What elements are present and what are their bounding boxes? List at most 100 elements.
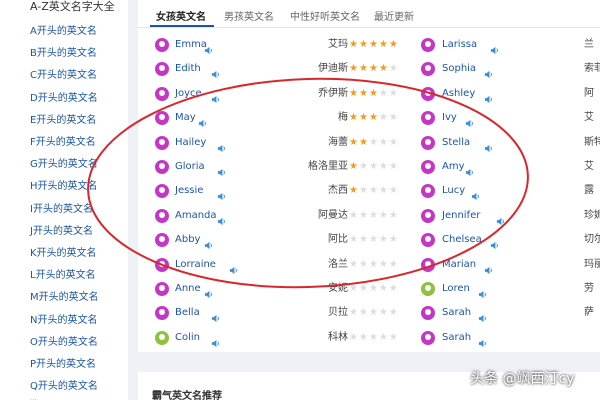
speaker-icon[interactable] <box>478 284 486 299</box>
tab-girl-names[interactable]: 女孩英文名 <box>156 8 206 23</box>
name-link[interactable]: Gloria <box>175 160 205 174</box>
sidebar-item-q[interactable]: Q开头的英文名 <box>30 380 98 394</box>
name-link[interactable]: Ashley <box>442 87 475 101</box>
speaker-icon[interactable] <box>484 89 492 103</box>
tab-neutral-names[interactable]: 中性好听英文名 <box>290 8 360 23</box>
chinese-name: 珍妮 <box>584 209 600 221</box>
sidebar-item-m[interactable]: M开头的英文名 <box>30 291 99 305</box>
speaker-icon[interactable] <box>465 113 473 128</box>
name-link[interactable]: Sarah <box>442 331 471 345</box>
sidebar-item-n[interactable]: N开头的英文名 <box>30 314 97 328</box>
chinese-name: 艾玛 <box>328 39 348 50</box>
star-icon: ★ <box>349 161 359 172</box>
name-link[interactable]: Ivy <box>442 111 457 125</box>
star-icon: ★ <box>388 258 399 270</box>
name-link[interactable]: Jessie <box>175 184 203 198</box>
speaker-icon[interactable] <box>490 235 499 250</box>
chinese-name: 萨 <box>584 307 594 319</box>
sidebar-item-p[interactable]: P开头的英文名 <box>30 358 96 372</box>
name-link[interactable]: May <box>175 111 196 125</box>
girl-avatar-icon <box>421 330 435 345</box>
name-link[interactable]: Amanda <box>175 209 217 223</box>
name-link[interactable]: Anne <box>175 282 201 296</box>
sidebar-item-d[interactable]: D开头的英文名 <box>30 92 98 106</box>
speaker-icon[interactable] <box>490 40 499 55</box>
girl-avatar-icon <box>155 233 169 248</box>
sidebar-title[interactable]: A-Z英文名字大全 <box>30 0 115 14</box>
speaker-icon[interactable] <box>496 211 505 225</box>
tab-boy-names[interactable]: 男孩英文名 <box>224 8 274 23</box>
sidebar-item-c[interactable]: C开头的英文名 <box>30 69 97 83</box>
sidebar-item-o[interactable]: O开头的英文名 <box>30 336 98 350</box>
speaker-icon[interactable] <box>204 40 213 55</box>
tab-recent-updates[interactable]: 最近更新 <box>374 8 414 23</box>
speaker-icon[interactable] <box>229 260 238 274</box>
sidebar-item-j[interactable]: J开头的英文名 <box>30 225 93 239</box>
speaker-icon[interactable] <box>211 64 219 79</box>
star-icon: ★ <box>349 209 359 221</box>
name-row: Lorraine 洛兰 ★★★★★ Marian 玛丽 <box>138 256 600 280</box>
name-link[interactable]: Edith <box>175 62 201 76</box>
star-icon: ★ <box>368 87 379 99</box>
tab-bar: 女孩英文名 男孩英文名 中性好听英文名 最近更新 <box>138 0 600 28</box>
star-icon: ★ <box>358 112 369 124</box>
chinese-name: 阿比 <box>328 234 348 246</box>
name-link[interactable]: Stella <box>442 136 470 150</box>
star-icon: ★ <box>378 63 389 75</box>
name-link[interactable]: Marian <box>442 258 476 272</box>
name-link[interactable]: Loren <box>442 282 470 296</box>
star-icon: ★ <box>349 258 359 270</box>
name-link[interactable]: Abby <box>175 233 200 247</box>
girl-avatar-icon <box>155 62 169 77</box>
speaker-icon[interactable] <box>484 138 492 152</box>
sidebar-item-b[interactable]: B开头的英文名 <box>30 47 97 61</box>
speaker-icon[interactable] <box>211 89 219 103</box>
name-row: Edith 伊迪斯 ★★★★★ Sophia 索菲 <box>138 60 600 84</box>
speaker-icon[interactable] <box>211 308 219 323</box>
rating-stars: ★★★★★ <box>349 306 399 320</box>
name-link[interactable]: Sophia <box>442 62 476 76</box>
sidebar-item-f[interactable]: F开头的英文名 <box>30 136 96 150</box>
sidebar-item-a[interactable]: A开头的英文名 <box>30 25 97 39</box>
sidebar-item-i[interactable]: I开头的英文名 <box>30 203 93 217</box>
speaker-icon[interactable] <box>198 113 206 128</box>
name-link[interactable]: Chelsea <box>442 233 482 247</box>
speaker-icon[interactable] <box>217 186 225 201</box>
speaker-icon[interactable] <box>204 284 213 299</box>
name-link[interactable]: Lorraine <box>175 258 216 272</box>
star-icon: ★ <box>388 39 399 50</box>
name-link[interactable]: Lucy <box>442 184 465 198</box>
name-link[interactable]: Larissa <box>442 38 477 52</box>
name-link[interactable]: Sarah <box>442 306 471 320</box>
sidebar-item-e[interactable]: E开头的英文名 <box>30 114 96 128</box>
speaker-icon[interactable] <box>465 162 473 177</box>
girl-avatar-icon <box>421 38 435 52</box>
chinese-name: 科林 <box>328 331 348 343</box>
star-icon: ★ <box>358 258 369 270</box>
star-icon: ★ <box>368 39 379 50</box>
speaker-icon[interactable] <box>211 333 219 347</box>
name-row: Gloria 格洛里亚 ★★★★★ Amy 艾 <box>138 158 600 182</box>
name-link[interactable]: Joyce <box>175 87 202 101</box>
girl-avatar-icon <box>421 184 435 199</box>
speaker-icon[interactable] <box>484 260 492 274</box>
sidebar-item-g[interactable]: G开头的英文名 <box>30 158 98 172</box>
speaker-icon[interactable] <box>478 333 486 347</box>
speaker-icon[interactable] <box>217 211 225 225</box>
name-link[interactable]: Jennifer <box>442 209 480 223</box>
name-link[interactable]: Colin <box>175 331 200 345</box>
speaker-icon[interactable] <box>217 138 225 152</box>
page: A-Z英文名字大全 A开头的英文名 B开头的英文名 C开头的英文名 D开头的英文名 E开… <box>0 0 600 400</box>
speaker-icon[interactable] <box>204 235 213 250</box>
speaker-icon[interactable] <box>217 162 225 177</box>
speaker-icon[interactable] <box>471 186 480 201</box>
name-link[interactable]: Bella <box>175 306 200 320</box>
name-link[interactable]: Emma <box>175 38 207 52</box>
name-link[interactable]: Amy <box>442 160 465 174</box>
speaker-icon[interactable] <box>484 64 492 79</box>
sidebar-item-h[interactable]: H开头的英文名 <box>30 180 98 194</box>
speaker-icon[interactable] <box>478 308 486 323</box>
sidebar-item-k[interactable]: K开头的英文名 <box>30 247 97 261</box>
name-link[interactable]: Hailey <box>175 136 206 150</box>
sidebar-item-l[interactable]: L开头的英文名 <box>30 269 96 283</box>
